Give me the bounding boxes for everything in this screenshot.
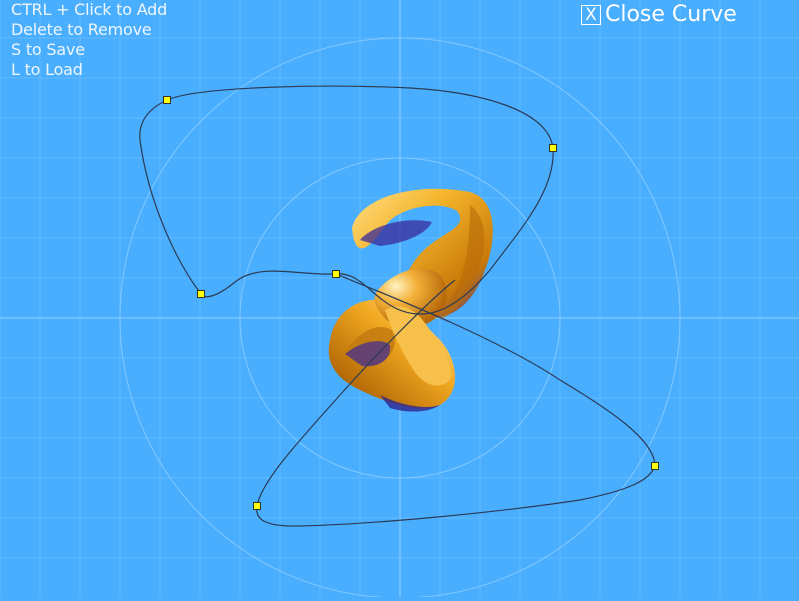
instruction-add: CTRL + Click to Add bbox=[11, 0, 168, 19]
instruction-load: L to Load bbox=[11, 60, 83, 79]
instructions-panel: CTRL + Click to Add Delete to Remove S t… bbox=[11, 0, 167, 80]
spline-curve-lower[interactable] bbox=[256, 273, 656, 527]
close-curve-toggle[interactable]: X Close Curve bbox=[581, 2, 737, 27]
knot-3d-model bbox=[328, 188, 493, 412]
control-point-handle[interactable] bbox=[197, 290, 205, 298]
control-point-handle[interactable] bbox=[651, 462, 659, 470]
control-point-handle[interactable] bbox=[163, 96, 171, 104]
control-point-handle[interactable] bbox=[253, 502, 261, 510]
curve-editor-canvas[interactable] bbox=[0, 0, 799, 599]
checkbox-check-icon: X bbox=[585, 4, 597, 25]
instruction-save: S to Save bbox=[11, 40, 85, 59]
close-curve-checkbox[interactable]: X bbox=[581, 4, 601, 25]
control-point-handle[interactable] bbox=[332, 270, 340, 278]
control-point-handle[interactable] bbox=[549, 144, 557, 152]
instruction-remove: Delete to Remove bbox=[11, 20, 152, 39]
viewport[interactable]: CTRL + Click to Add Delete to Remove S t… bbox=[0, 0, 799, 599]
close-curve-label: Close Curve bbox=[605, 2, 737, 27]
